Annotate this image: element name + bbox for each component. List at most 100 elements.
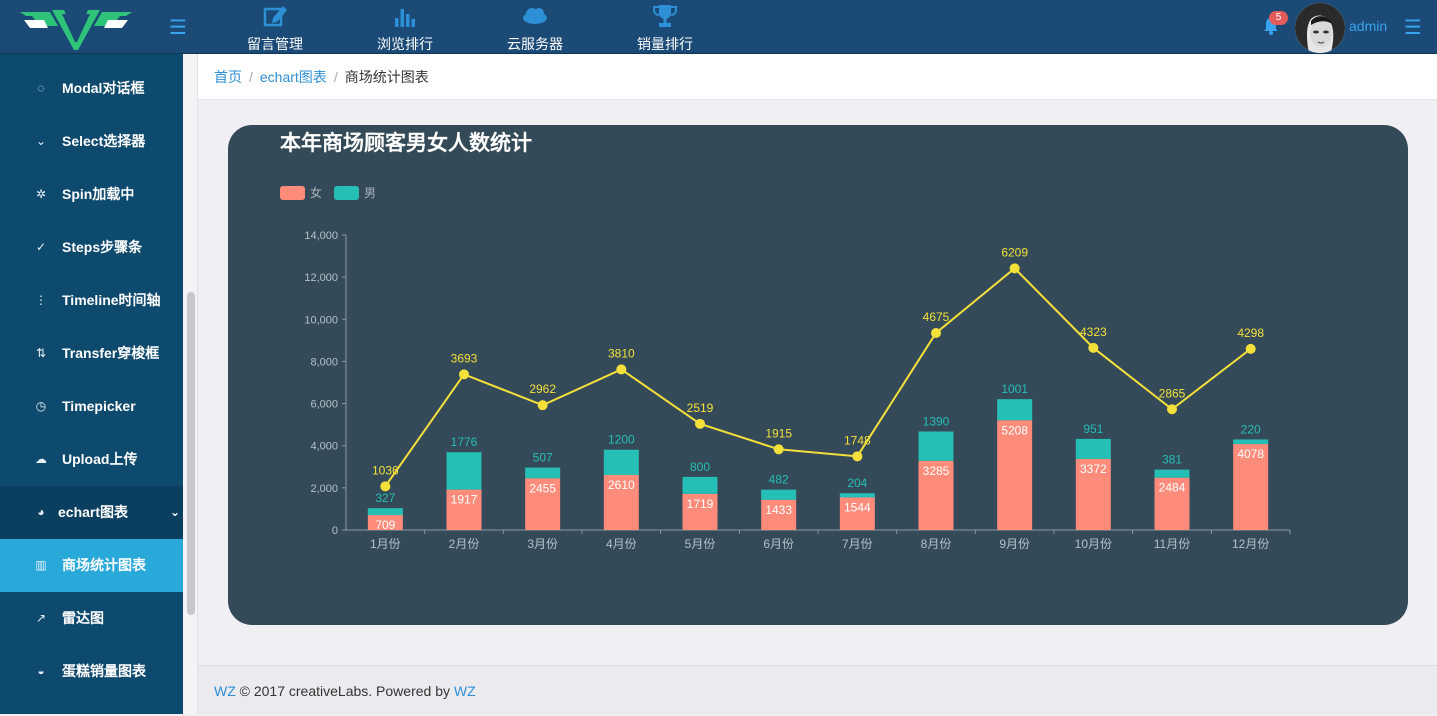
bar-male [682,476,718,494]
line-point-label: 4675 [923,310,950,324]
sidebar: ◌ Modal对话框 ⌄ Select选择器 ✲ Spin加载中 ✓ Steps… [0,54,183,714]
sidebar-item-timeline[interactable]: ⋮ Timeline时间轴 [0,274,183,327]
line-point [616,364,627,375]
sidebar-item-label: 蛋糕销量图表 [62,663,146,679]
bar-male-label: 800 [690,460,710,474]
bar-male [525,467,561,479]
spinner-icon: ✲ [35,187,47,201]
transfer-icon: ⇅ [35,346,47,360]
y-tick-label: 14,000 [304,230,338,242]
username-link[interactable]: admin [1349,18,1387,34]
legend-swatch [334,185,360,200]
total-line [384,266,1252,487]
y-tick-label: 0 [332,525,338,537]
dots-vertical-icon: ⋮ [35,293,47,307]
nav-label: 留言管理 [247,36,303,52]
nav-label: 浏览排行 [377,36,433,52]
trend-icon: ↗ [35,611,47,625]
sidebar-item-radar[interactable]: ↗ 雷达图 [0,592,183,645]
bar-male [1233,439,1269,445]
legend-swatch [280,185,305,200]
sidebar-item-label: Steps步骤条 [62,239,143,255]
sidebar-item-upload[interactable]: ☁ Upload上传 [0,433,183,486]
bar-male [918,431,954,461]
legend-label: 女 [310,186,323,200]
bar-male-label: 1001 [1001,382,1028,396]
trophy-icon [653,5,677,27]
nav-item-sales-rank[interactable]: 销量排行 [600,0,730,54]
chevron-down-icon: ⌄ [35,134,47,148]
sidebar-item-timepicker[interactable]: ◷ Timepicker [0,380,183,433]
sidebar-item-transfer[interactable]: ⇅ Transfer穿梭框 [0,327,183,380]
bar-male-label: 482 [769,473,789,487]
bar-female-label: 5208 [1001,423,1028,437]
y-tick-label: 4,000 [310,441,338,453]
bar-male-label: 1776 [451,435,478,449]
nav-label: 云服务器 [507,36,563,52]
sidebar-item-label: Modal对话框 [62,80,145,96]
sidebar-toggle-icon[interactable]: ☰ [169,18,187,38]
line-point-label: 2962 [529,382,556,396]
line-point-label: 3693 [451,351,478,365]
bar-male [603,449,639,476]
bar-male [1154,469,1190,478]
avatar[interactable] [1295,3,1345,53]
sidebar-item-steps[interactable]: ✓ Steps步骤条 [0,221,183,274]
bar-male-label: 1390 [923,414,950,428]
line-point [537,400,548,411]
y-tick-label: 2,000 [310,483,338,495]
sidebar-item-label: 雷达图 [62,610,104,626]
x-tick-label: 5月份 [685,537,716,551]
line-point-label: 1915 [765,426,792,440]
sidebar-item-label: Timeline时间轴 [62,292,161,308]
bar-female-label: 1917 [451,493,478,507]
legend-item-female[interactable]: 女 [280,184,322,201]
breadcrumb: 首页 / echart图表 / 商场统计图表 [198,54,1437,100]
sidebar-item-spin[interactable]: ✲ Spin加载中 [0,168,183,221]
sidebar-item-label: Timepicker [62,398,136,414]
line-point [931,327,941,338]
line-point-label: 1748 [844,433,871,447]
nav-item-cloud-server[interactable]: 云服务器 [470,0,600,54]
chevron-down-icon: ⌄ [170,505,181,519]
line-point [852,451,863,462]
line-point-label: 2865 [1159,386,1186,400]
x-tick-label: 7月份 [842,537,873,551]
footer-text: © 2017 creativeLabs. Powered by [235,683,454,699]
nav-item-messages[interactable]: 留言管理 [210,0,340,54]
clock-icon: ◷ [35,399,47,413]
line-point-label: 1036 [372,463,399,477]
sidebar-item-modal[interactable]: ◌ Modal对话框 [0,62,183,115]
x-tick-label: 6月份 [763,537,794,551]
line-point-label: 4298 [1237,326,1264,340]
sidebar-item-label: Spin加载中 [62,186,135,202]
pie-icon: ◒ [37,664,45,678]
y-tick-label: 8,000 [310,356,338,368]
nav-item-browse-rank[interactable]: 浏览排行 [340,0,470,54]
sidebar-item-cake-sales[interactable]: ◒ 蛋糕销量图表 [0,645,183,698]
mall-stats-chart: 0 2,000 4,000 6,000 8,000 10,000 12,000 14,000 1… [304,230,1291,551]
comment-icon: ◌ [37,81,45,95]
x-tick-label: 8月份 [921,537,952,551]
bar-male-label: 204 [847,476,867,490]
logo-icon[interactable] [18,6,134,50]
breadcrumb-home-link[interactable]: 首页 [214,69,242,85]
top-bar: ☰ 留言管理 浏览排行 云服务器 销量排行 5 admin ☰ [0,0,1437,54]
footer-powered-link[interactable]: WZ [454,683,476,699]
line-point [1088,342,1099,353]
sidebar-item-mall-chart[interactable]: ▥ 商场统计图表 [0,539,183,592]
footer-brand-link[interactable]: WZ [214,683,236,699]
chart-title: 本年商场顾客男女人数统计 [280,132,532,155]
line-point-label: 3810 [608,346,635,360]
line-point [1167,404,1177,415]
bar-female-label: 3372 [1080,462,1107,476]
sidebar-group-label: echart图表 [58,504,129,520]
breadcrumb-section-link[interactable]: echart图表 [260,69,327,85]
menu-icon[interactable]: ☰ [1404,18,1422,38]
bar-male-label: 1200 [608,433,635,447]
legend-item-male[interactable]: 男 [334,184,376,201]
sidebar-scrollbar-thumb[interactable] [187,292,195,615]
sidebar-group-echart[interactable]: ◕ echart图表 ⌄ [0,486,183,539]
bar-male [761,489,797,500]
sidebar-item-select[interactable]: ⌄ Select选择器 [0,115,183,168]
